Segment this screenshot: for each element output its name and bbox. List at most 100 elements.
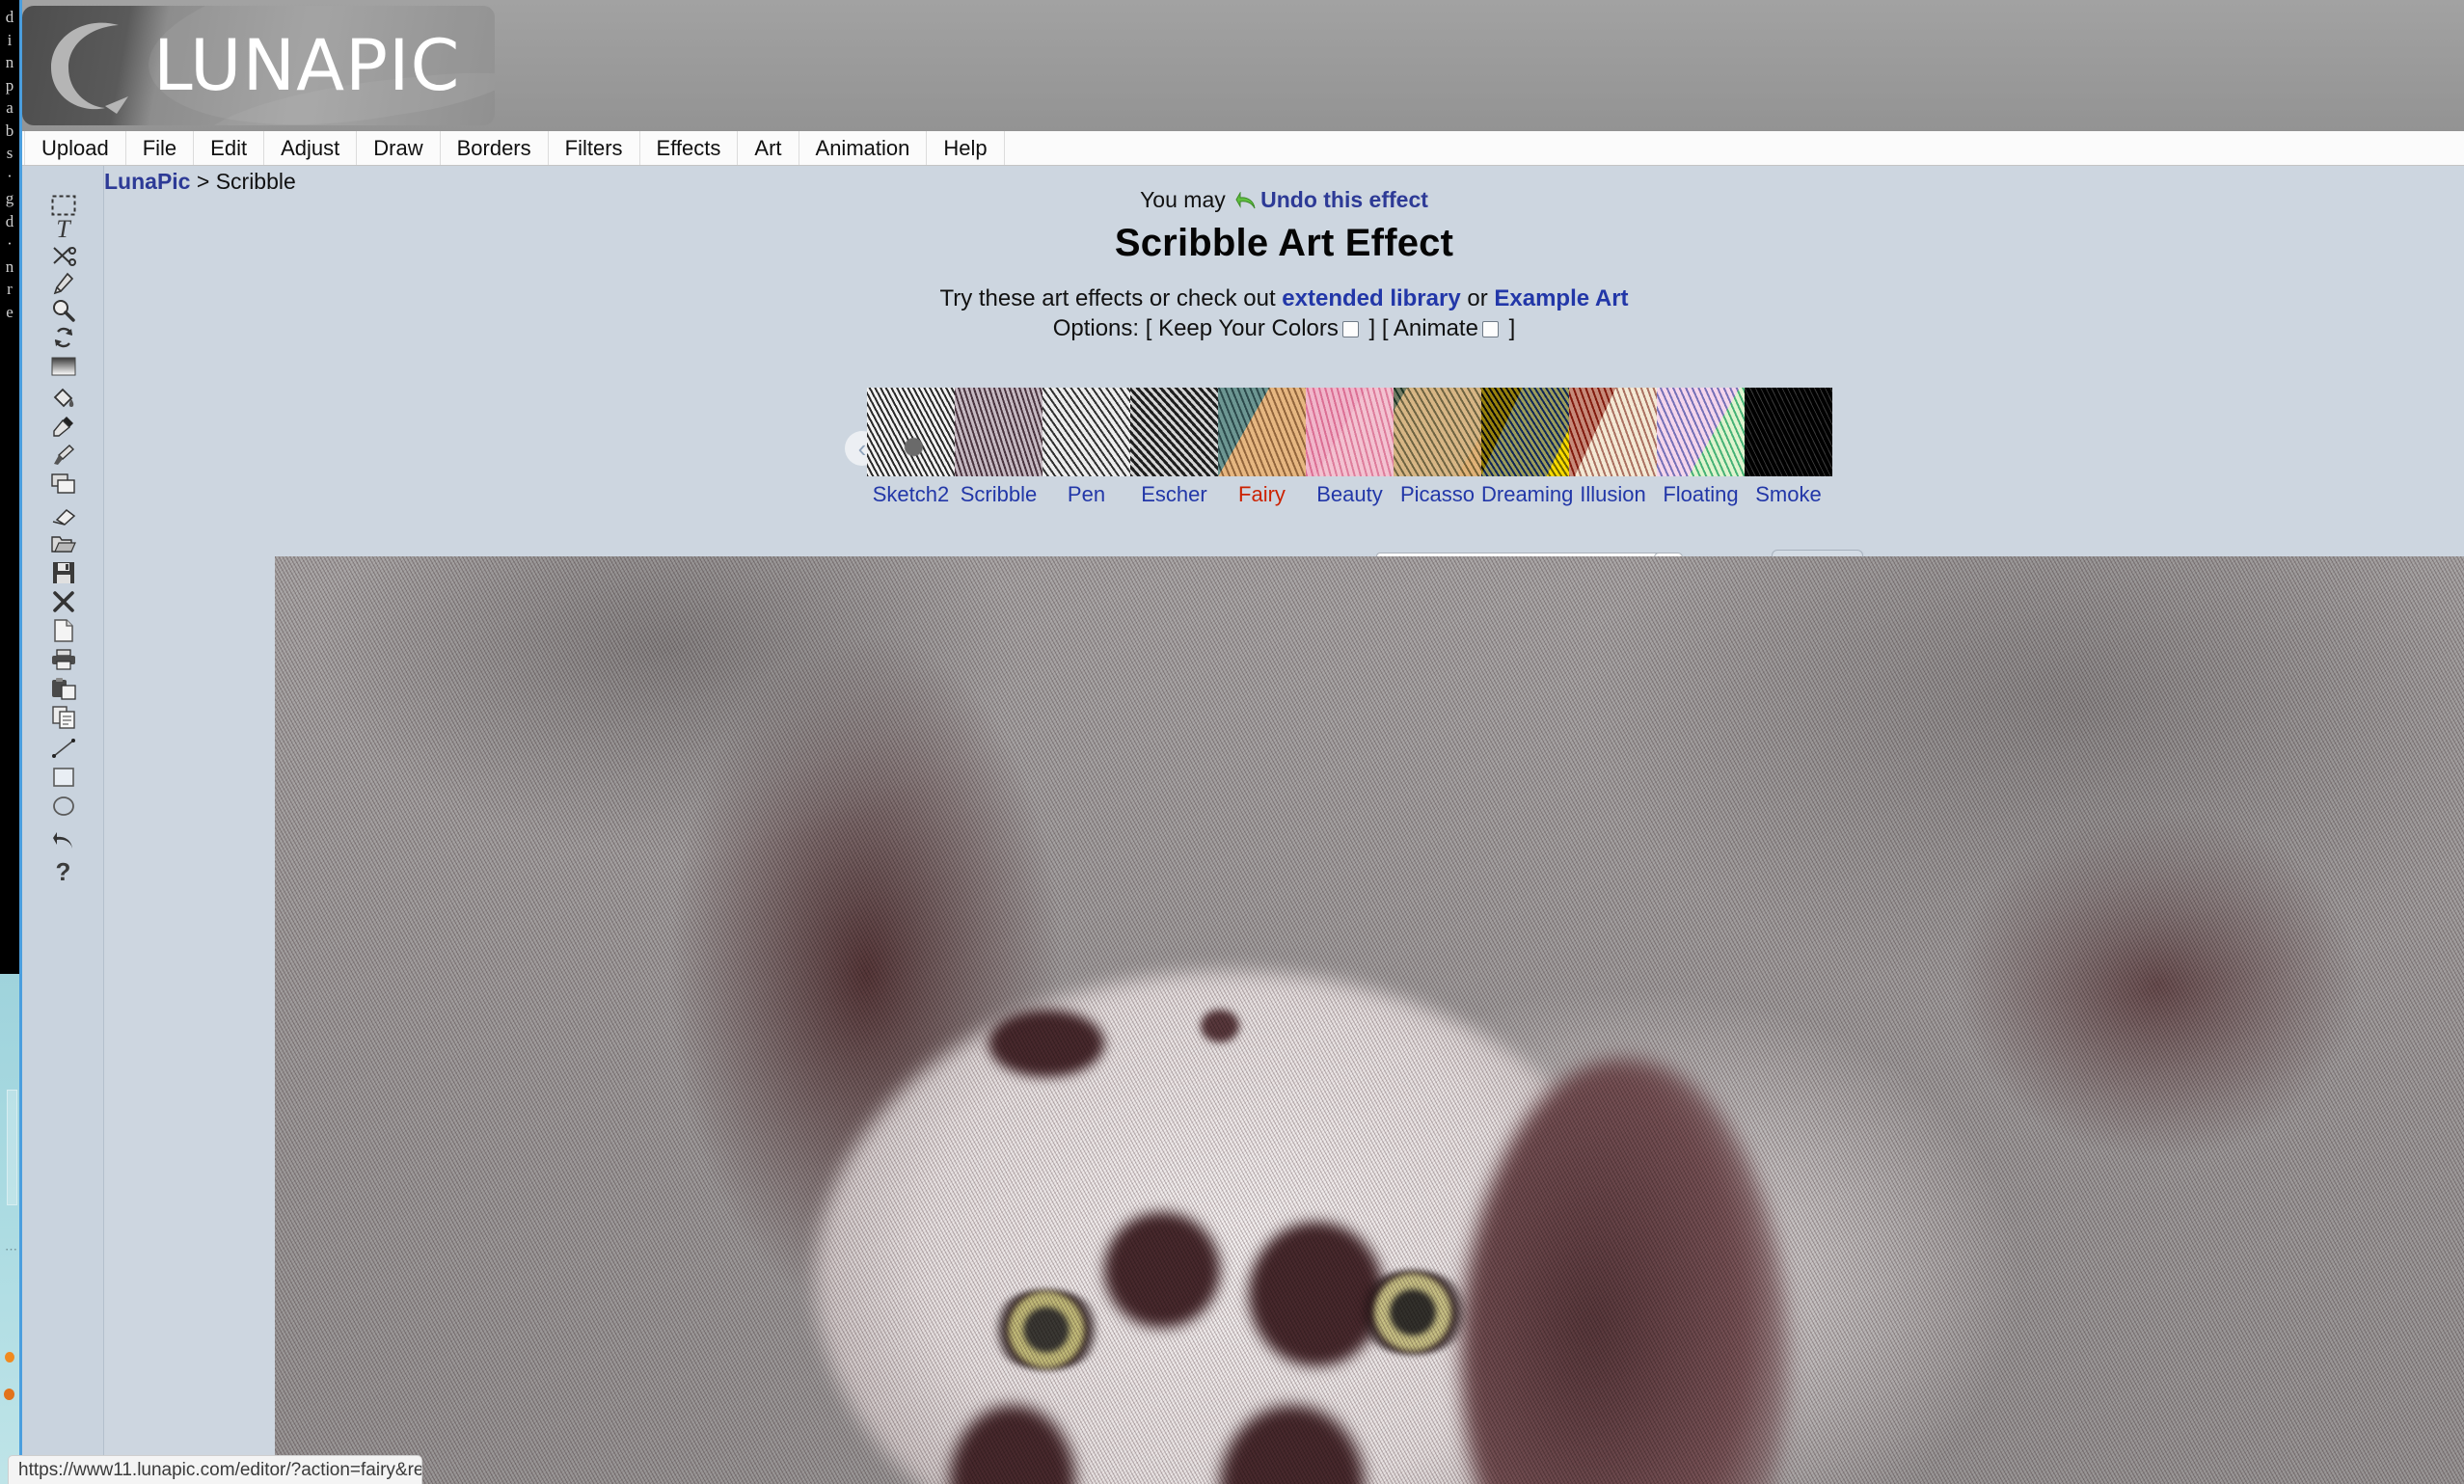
- undo-notice-prefix: You may: [1140, 187, 1232, 212]
- eyedropper-icon[interactable]: [22, 415, 104, 438]
- thumbnail-label-illusion[interactable]: Illusion: [1569, 482, 1657, 507]
- carousel-thumbnail-strip[interactable]: Sketch2 Scribble Pen Escher Fairy Beauty Picas…: [867, 388, 1832, 507]
- thumbnail-image-dreaming[interactable]: [1481, 388, 1569, 476]
- ellipse-tool-icon[interactable]: [22, 795, 104, 818]
- thumbnail-image-scribble[interactable]: [955, 388, 1042, 476]
- thumbnail-image-pen[interactable]: [1042, 388, 1130, 476]
- lunapic-logo[interactable]: LUNAPIC: [22, 6, 495, 125]
- left-edge-vertical-char: p: [5, 75, 14, 94]
- art-effect-thumbnail-picasso[interactable]: Picasso: [1394, 388, 1481, 507]
- thumbnail-image-illusion[interactable]: [1569, 388, 1657, 476]
- thumbnail-label-picasso[interactable]: Picasso: [1394, 482, 1481, 507]
- pencil-icon[interactable]: [22, 272, 104, 295]
- left-edge-vertical-char: ·: [7, 166, 13, 185]
- crescent-moon-icon: [51, 22, 128, 114]
- main-menubar[interactable]: Upload File Edit Adjust Draw Borders Filters Ef…: [22, 131, 2464, 166]
- example-art-link[interactable]: Example Art: [1494, 285, 1628, 311]
- line-tool-icon[interactable]: [22, 737, 104, 760]
- thumbnail-label-fairy[interactable]: Fairy: [1218, 482, 1306, 507]
- menu-item-art[interactable]: Art: [738, 131, 799, 165]
- left-edge-vertical-char: b: [5, 121, 14, 140]
- undo-this-effect-link[interactable]: Undo this effect: [1260, 187, 1428, 212]
- menu-item-upload[interactable]: Upload: [24, 131, 126, 165]
- thumbnail-label-floating[interactable]: Floating: [1657, 482, 1745, 507]
- thumbnail-label-pen[interactable]: Pen: [1042, 482, 1130, 507]
- logo-wordmark: LUNAPIC: [153, 25, 461, 107]
- thumbnail-label-dreaming[interactable]: Dreaming: [1481, 482, 1573, 507]
- left-edge-vertical-char: i: [7, 30, 13, 49]
- gradient-icon[interactable]: [22, 355, 104, 378]
- undo-icon[interactable]: [22, 829, 104, 852]
- thumbnail-image-escher[interactable]: [1130, 388, 1218, 476]
- marquee-select-icon[interactable]: [22, 194, 104, 217]
- save-floppy-icon[interactable]: [22, 561, 104, 584]
- page-title: Scribble Art Effect: [1114, 222, 1454, 264]
- rectangle-tool-icon[interactable]: [22, 766, 104, 789]
- thumbnail-label-scribble[interactable]: Scribble: [955, 482, 1042, 507]
- options-bracket-close-2: ]: [1502, 315, 1516, 341]
- menu-item-filters[interactable]: Filters: [549, 131, 640, 165]
- thumbnail-image-sketch2[interactable]: [867, 388, 955, 476]
- menu-item-draw[interactable]: Draw: [357, 131, 441, 165]
- extended-library-link[interactable]: extended library: [1282, 285, 1460, 311]
- thumbnail-image-beauty[interactable]: [1306, 388, 1394, 476]
- try-line-middle: or: [1460, 285, 1495, 311]
- thumbnail-image-floating[interactable]: [1657, 388, 1745, 476]
- paste-clipboard-icon[interactable]: [22, 677, 104, 700]
- art-effect-thumbnail-illusion[interactable]: Illusion: [1569, 388, 1657, 507]
- left-edge-vertical-text: d i n p a b s · g d · n r e: [0, 6, 19, 323]
- left-edge-vertical-char: a: [6, 98, 14, 117]
- new-file-icon[interactable]: [22, 619, 104, 642]
- art-effect-thumbnail-smoke[interactable]: Smoke: [1745, 388, 1832, 507]
- paint-bucket-icon[interactable]: [22, 387, 104, 410]
- status-url-tooltip: https://www11.lunapic.com/editor/?action…: [8, 1455, 422, 1484]
- animate-label: Animate: [1393, 315, 1478, 341]
- options-bracket-open-2: [: [1381, 315, 1394, 341]
- menu-item-help[interactable]: Help: [927, 131, 1005, 165]
- animate-checkbox[interactable]: [1481, 321, 1499, 337]
- art-effect-thumbnail-fairy[interactable]: Fairy: [1218, 388, 1306, 507]
- art-effect-thumbnail-sketch2[interactable]: Sketch2: [867, 388, 955, 507]
- thumbnail-image-smoke[interactable]: [1745, 388, 1832, 476]
- help-icon[interactable]: ?: [22, 859, 104, 884]
- thumbnail-label-beauty[interactable]: Beauty: [1306, 482, 1394, 507]
- rotate-icon[interactable]: [22, 326, 104, 349]
- left-edge-vertical-char: n: [5, 53, 14, 71]
- thumbnail-label-sketch2[interactable]: Sketch2: [867, 482, 955, 507]
- left-edge-vertical-char: g: [5, 189, 14, 207]
- art-effect-thumbnail-floating[interactable]: Floating: [1657, 388, 1745, 507]
- text-tool-icon[interactable]: T: [22, 217, 104, 242]
- art-effect-thumbnail-escher[interactable]: Escher: [1130, 388, 1218, 507]
- try-line-prefix: Try these art effects or check out: [939, 285, 1283, 311]
- close-x-icon[interactable]: [22, 590, 104, 613]
- art-effect-thumbnail-scribble[interactable]: Scribble: [955, 388, 1042, 507]
- scissors-crop-icon[interactable]: [22, 245, 104, 268]
- art-effect-carousel[interactable]: ‹ Sketch2 Scribble Pen Escher Fairy Beauty Pic…: [104, 388, 2464, 527]
- thumbnail-image-fairy[interactable]: [1218, 388, 1306, 476]
- menu-item-borders[interactable]: Borders: [441, 131, 549, 165]
- image-canvas[interactable]: [275, 556, 2464, 1484]
- copy-icon[interactable]: [22, 706, 104, 729]
- paintbrush-icon[interactable]: [22, 444, 104, 467]
- menu-item-file[interactable]: File: [126, 131, 195, 165]
- left-edge-teal-panel: ⋯: [0, 974, 19, 1484]
- thumbnail-label-smoke[interactable]: Smoke: [1745, 482, 1832, 507]
- menu-item-animation[interactable]: Animation: [799, 131, 928, 165]
- menu-item-effects[interactable]: Effects: [640, 131, 739, 165]
- layers-icon[interactable]: [22, 472, 104, 496]
- art-effect-thumbnail-pen[interactable]: Pen: [1042, 388, 1130, 507]
- keep-your-colors-label: Keep Your Colors: [1158, 315, 1339, 341]
- print-icon[interactable]: [22, 648, 104, 671]
- eraser-icon[interactable]: [22, 505, 104, 528]
- menu-item-adjust[interactable]: Adjust: [264, 131, 358, 165]
- art-effect-thumbnail-beauty[interactable]: Beauty: [1306, 388, 1394, 507]
- thumbnail-label-escher[interactable]: Escher: [1130, 482, 1218, 507]
- tool-rail[interactable]: T?: [22, 166, 104, 1484]
- left-edge-panel-box: [7, 1090, 17, 1205]
- magnifier-zoom-icon[interactable]: [22, 299, 104, 322]
- thumbnail-image-picasso[interactable]: [1394, 388, 1481, 476]
- menu-item-edit[interactable]: Edit: [194, 131, 265, 165]
- open-folder-icon[interactable]: [22, 532, 104, 555]
- art-effect-thumbnail-dreaming[interactable]: Dreaming: [1481, 388, 1573, 507]
- keep-your-colors-checkbox[interactable]: [1341, 321, 1359, 337]
